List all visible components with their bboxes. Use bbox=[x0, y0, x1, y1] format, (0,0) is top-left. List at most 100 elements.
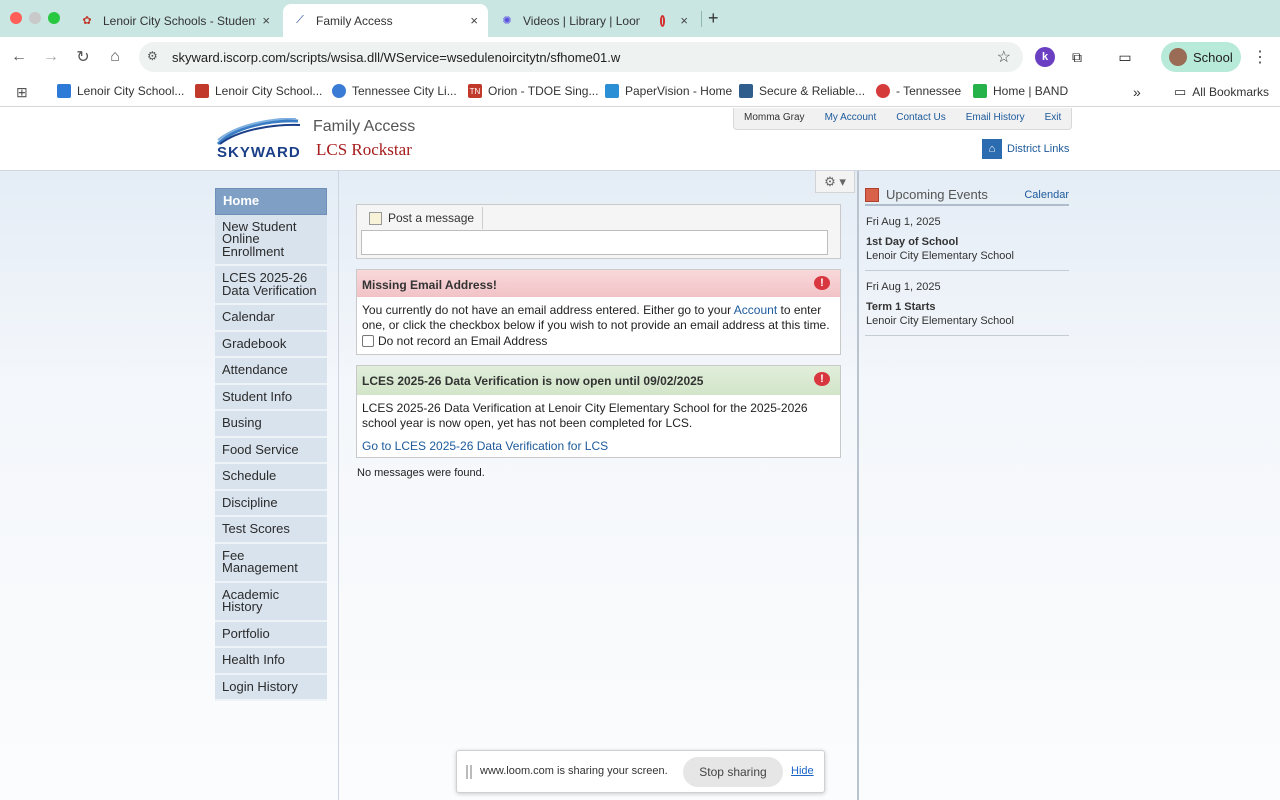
sidebar-item-discipline[interactable]: Discipline bbox=[215, 490, 327, 517]
reload-icon[interactable]: ↻ bbox=[72, 46, 94, 68]
tab-search-icon[interactable]: ▭ bbox=[1115, 47, 1135, 67]
account-link[interactable]: Account bbox=[734, 303, 777, 317]
post-message-panel: Post a message bbox=[356, 204, 841, 259]
sidebar-item-test-scores[interactable]: Test Scores bbox=[215, 517, 327, 544]
extensions-puzzle-icon[interactable]: ⧉ bbox=[1067, 47, 1087, 67]
url-text[interactable]: skyward.iscorp.com/scripts/wsisa.dll/WSe… bbox=[172, 50, 620, 65]
tab-family-access[interactable]: ⟋ Family Access × bbox=[283, 4, 488, 37]
tab-recording[interactable]: × bbox=[650, 4, 698, 37]
site-settings-icon[interactable]: ⚙ bbox=[147, 49, 161, 63]
sidebar-item-food-service[interactable]: Food Service bbox=[215, 437, 327, 464]
event-location: Lenoir City Elementary School bbox=[866, 250, 1014, 262]
email-history-link[interactable]: Email History bbox=[956, 108, 1035, 129]
sidebar-item-new-student-enrollment[interactable]: New Student Online Enrollment bbox=[215, 214, 327, 266]
sidebar-item-login-history[interactable]: Login History bbox=[215, 674, 327, 701]
bookmarks-bar: ⊞ Lenoir City School... Lenoir City Scho… bbox=[0, 77, 1280, 107]
gear-icon[interactable]: ⚙ ▾ bbox=[815, 171, 855, 193]
contact-us-link[interactable]: Contact Us bbox=[886, 108, 955, 129]
browser-toolbar: ← → ↻ ⌂ ⚙ skyward.iscorp.com/scripts/wsi… bbox=[0, 37, 1280, 77]
message-text: You currently do not have an email addre… bbox=[362, 303, 734, 317]
sidebar-item-health-info[interactable]: Health Info bbox=[215, 648, 327, 675]
more-bookmarks-chevron-icon[interactable]: » bbox=[1133, 84, 1141, 100]
sidebar-item-home[interactable]: Home bbox=[215, 188, 327, 215]
logo-wordmark: SKYWARD bbox=[217, 144, 301, 161]
hide-link[interactable]: Hide bbox=[791, 765, 814, 777]
events-title: Upcoming Events bbox=[886, 187, 988, 202]
upcoming-events-panel: Upcoming Events Calendar Fri Aug 1, 2025… bbox=[865, 185, 1069, 336]
address-bar[interactable]: ⚙ skyward.iscorp.com/scripts/wsisa.dll/W… bbox=[139, 42, 1023, 72]
exit-link[interactable]: Exit bbox=[1035, 108, 1072, 129]
bookmark-label: Tennessee City Li... bbox=[352, 84, 457, 98]
sidebar-item-busing[interactable]: Busing bbox=[215, 411, 327, 438]
user-name: Momma Gray bbox=[744, 112, 805, 123]
tab-loom-library[interactable]: ✺ Videos | Library | Loom bbox=[490, 4, 650, 37]
close-window-button[interactable] bbox=[10, 12, 22, 24]
bookmark-item[interactable]: - Tennessee bbox=[876, 84, 961, 98]
bookmark-item[interactable]: Secure & Reliable... bbox=[739, 84, 865, 98]
bookmark-favicon-icon bbox=[195, 84, 209, 98]
sidebar-item-attendance[interactable]: Attendance bbox=[215, 358, 327, 385]
checkbox-label: Do not record an Email Address bbox=[378, 334, 548, 348]
event-date: Fri Aug 1, 2025 bbox=[866, 281, 941, 293]
tab-lenoir-city-schools[interactable]: ✿ Lenoir City Schools - Student × bbox=[70, 4, 280, 37]
loom-favicon-icon: ✺ bbox=[502, 15, 512, 27]
folder-icon: ▭ bbox=[1174, 84, 1187, 99]
forward-arrow-icon[interactable]: → bbox=[40, 46, 62, 68]
sidebar-item-portfolio[interactable]: Portfolio bbox=[215, 621, 327, 648]
message-title: Missing Email Address! ! bbox=[357, 270, 840, 297]
event-name: Term 1 Starts bbox=[866, 301, 936, 313]
close-icon[interactable]: × bbox=[470, 13, 478, 28]
close-icon[interactable]: × bbox=[262, 13, 270, 28]
maximize-window-button[interactable] bbox=[48, 12, 60, 24]
browser-menu-icon[interactable]: ⋮ bbox=[1252, 47, 1268, 67]
tab-separator bbox=[701, 11, 702, 27]
avatar bbox=[1169, 48, 1187, 66]
sidebar-item-fee-management[interactable]: Fee Management bbox=[215, 543, 327, 583]
sidebar-item-schedule[interactable]: Schedule bbox=[215, 464, 327, 491]
app-subtitle: LCS Rockstar bbox=[316, 140, 412, 159]
district-links[interactable]: ⌂ District Links bbox=[982, 139, 1069, 159]
note-icon bbox=[369, 211, 382, 225]
sidebar-item-data-verification[interactable]: LCES 2025-26 Data Verification bbox=[215, 266, 327, 305]
sidebar-item-student-info[interactable]: Student Info bbox=[215, 384, 327, 411]
no-email-checkbox[interactable] bbox=[362, 335, 374, 348]
skyward-header: SKYWARD Family Access LCS Rockstar Momma… bbox=[0, 108, 1280, 171]
bookmark-item[interactable]: Lenoir City School... bbox=[195, 84, 322, 98]
k-extension-icon[interactable]: k bbox=[1035, 47, 1055, 67]
sidebar-item-calendar[interactable]: Calendar bbox=[215, 305, 327, 332]
profile-button[interactable]: School bbox=[1161, 42, 1241, 72]
post-message-tab[interactable]: Post a message bbox=[361, 207, 484, 229]
new-tab-button[interactable]: + bbox=[708, 8, 719, 29]
no-email-checkbox-row[interactable]: Do not record an Email Address bbox=[362, 334, 835, 349]
record-icon bbox=[660, 14, 666, 27]
minimize-window-button[interactable] bbox=[29, 12, 41, 24]
bookmark-favicon-icon: TN bbox=[468, 84, 482, 98]
stop-sharing-button[interactable]: Stop sharing bbox=[683, 757, 783, 787]
sidebar-item-academic-history[interactable]: Academic History bbox=[215, 582, 327, 622]
back-arrow-icon[interactable]: ← bbox=[8, 46, 30, 68]
post-message-input[interactable] bbox=[361, 230, 828, 255]
bookmark-item[interactable]: TN Orion - TDOE Sing... bbox=[468, 84, 598, 98]
apps-grid-icon[interactable]: ⊞ bbox=[16, 84, 28, 101]
tab-label: Videos | Library | Loom bbox=[523, 13, 640, 28]
column-divider bbox=[857, 171, 859, 800]
sidebar-item-gradebook[interactable]: Gradebook bbox=[215, 331, 327, 358]
bookmark-item[interactable]: PaperVision - Home bbox=[605, 84, 732, 98]
bookmark-label: PaperVision - Home bbox=[625, 84, 733, 98]
bookmark-item[interactable]: Home | BAND bbox=[973, 84, 1068, 98]
event-item[interactable]: Fri Aug 1, 2025 1st Day of School Lenoir… bbox=[865, 206, 1069, 271]
my-account-link[interactable]: My Account bbox=[815, 108, 887, 129]
home-icon[interactable]: ⌂ bbox=[104, 46, 126, 68]
bookmark-star-icon[interactable]: ☆ bbox=[997, 47, 1011, 67]
calendar-link[interactable]: Calendar bbox=[1024, 189, 1069, 201]
bookmark-item[interactable]: Tennessee City Li... bbox=[332, 84, 457, 98]
message-body: LCES 2025-26 Data Verification at Lenoir… bbox=[357, 395, 840, 460]
bookmark-item[interactable]: Lenoir City School... bbox=[57, 84, 184, 98]
alert-icon: ! bbox=[814, 372, 830, 386]
all-bookmarks-folder[interactable]: ▭ All Bookmarks bbox=[1174, 84, 1269, 100]
drag-handle-icon[interactable] bbox=[466, 765, 472, 779]
screen-share-bar: www.loom.com is sharing your screen. Sto… bbox=[456, 750, 825, 793]
close-icon[interactable]: × bbox=[680, 13, 688, 28]
event-item[interactable]: Fri Aug 1, 2025 Term 1 Starts Lenoir Cit… bbox=[865, 271, 1069, 336]
data-verification-link[interactable]: Go to LCES 2025-26 Data Verification for… bbox=[362, 439, 608, 453]
